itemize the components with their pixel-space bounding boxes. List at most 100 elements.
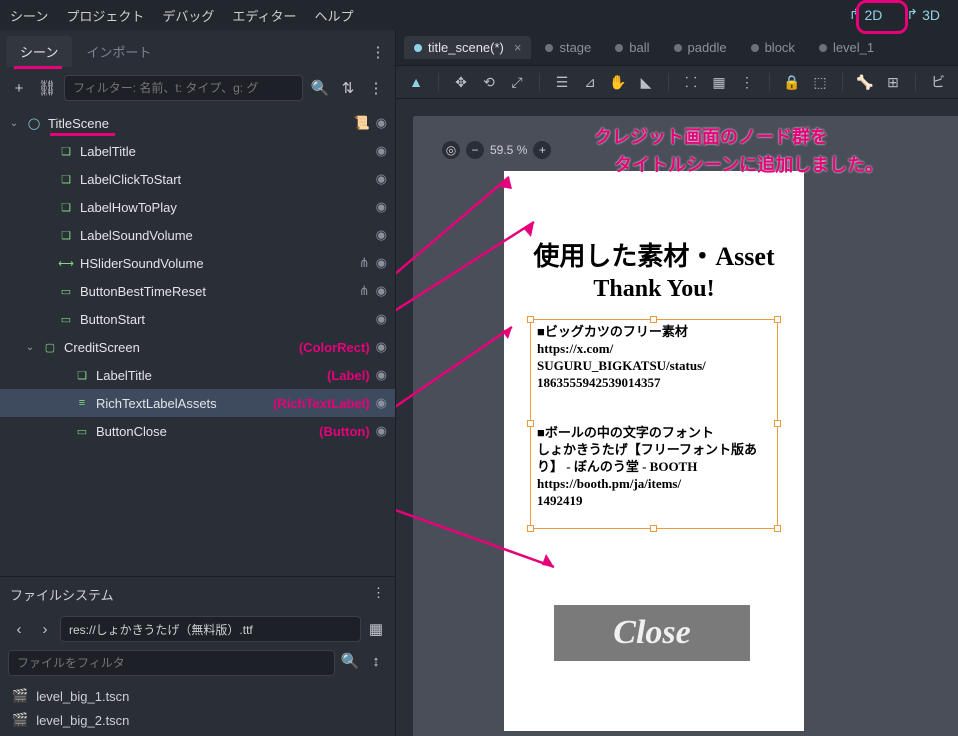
- search-icon[interactable]: 🔍: [339, 650, 361, 672]
- fs-mode-icon[interactable]: ▦: [365, 618, 387, 640]
- move-tool-icon[interactable]: ✥: [451, 72, 471, 92]
- zoom-level[interactable]: 59.5 %: [490, 143, 527, 157]
- snap-tool-icon[interactable]: ⸬: [681, 72, 701, 92]
- tree-node[interactable]: ≡RichTextLabelAssets(RichTextLabel)◉: [0, 389, 395, 417]
- dock-menu-icon[interactable]: ⋮: [367, 41, 389, 63]
- tree-root[interactable]: ⌄ ◯ TitleScene 📜◉: [0, 109, 395, 137]
- visibility-icon[interactable]: ◉: [376, 255, 387, 271]
- visibility-icon[interactable]: ◉: [376, 171, 387, 187]
- visibility-icon[interactable]: ◉: [376, 227, 387, 243]
- tree-node[interactable]: ❏LabelTitle(Label)◉: [0, 361, 395, 389]
- tree-more-icon[interactable]: ⋮: [365, 77, 387, 99]
- ruler-tool-icon[interactable]: ⊿: [580, 72, 600, 92]
- snap-menu-icon[interactable]: ⋮: [737, 72, 757, 92]
- tree-node[interactable]: ▭ButtonClose(Button)◉: [0, 417, 395, 445]
- menu-debug[interactable]: デバッグ: [162, 6, 214, 25]
- resize-handle[interactable]: [650, 316, 657, 323]
- control-icon: ▭: [58, 311, 74, 327]
- tree-extra-icon[interactable]: ⇅: [337, 77, 359, 99]
- dock-tab-import[interactable]: インポート: [72, 36, 165, 67]
- visibility-icon[interactable]: ◉: [376, 395, 387, 411]
- view-2d-button[interactable]: ↱ 2D: [841, 4, 891, 25]
- rotate-tool-icon[interactable]: ⟲: [479, 72, 499, 92]
- dock-tab-scene[interactable]: シーン: [6, 36, 72, 67]
- bone-tool-icon[interactable]: 🦴: [855, 72, 875, 92]
- search-icon[interactable]: 🔍: [309, 77, 331, 99]
- grid-tool-icon[interactable]: ▦: [709, 72, 729, 92]
- ruler2-tool-icon[interactable]: ◣: [636, 72, 656, 92]
- visibility-icon[interactable]: ◉: [376, 143, 387, 159]
- scene-file-icon: 🎬: [12, 688, 28, 704]
- resize-handle[interactable]: [527, 420, 534, 427]
- dock-menu-icon[interactable]: ⋮: [372, 585, 385, 604]
- menu-help[interactable]: ヘルプ: [314, 6, 353, 25]
- zoom-out-button[interactable]: −: [466, 141, 484, 159]
- pan-tool-icon[interactable]: ✋: [608, 72, 628, 92]
- ruler-corner: [396, 99, 414, 117]
- fs-fwd-button[interactable]: ›: [34, 618, 56, 640]
- viewport-2d[interactable]: ◎ − 59.5 % + 使用した素材・Asset Thank You! ■ビッ…: [396, 99, 958, 736]
- resize-handle[interactable]: [650, 525, 657, 532]
- tree-node[interactable]: ▭ButtonBestTimeReset⋔◉: [0, 277, 395, 305]
- visibility-icon[interactable]: ◉: [376, 339, 387, 355]
- visibility-icon[interactable]: ◉: [376, 311, 387, 327]
- scene-tab[interactable]: paddle: [664, 36, 737, 59]
- scene-tab[interactable]: stage: [535, 36, 601, 59]
- view-menu-icon[interactable]: ビ: [928, 72, 948, 92]
- visibility-icon[interactable]: ◉: [376, 367, 387, 383]
- visibility-icon[interactable]: ◉: [376, 115, 387, 131]
- menu-editor[interactable]: エディター: [232, 6, 296, 25]
- resize-handle[interactable]: [527, 316, 534, 323]
- resize-handle[interactable]: [527, 525, 534, 532]
- signal-icon[interactable]: ⋔: [359, 283, 370, 299]
- annotation-colorrect: (ColorRect): [299, 340, 370, 355]
- zoom-in-button[interactable]: +: [533, 141, 551, 159]
- link-node-button[interactable]: ⛓: [36, 77, 58, 99]
- view-3d-button[interactable]: ↱ 3D: [898, 4, 948, 25]
- scene-tab[interactable]: block: [741, 36, 805, 59]
- canvas-area[interactable]: ◎ − 59.5 % + 使用した素材・Asset Thank You! ■ビッ…: [414, 117, 958, 736]
- scene-filter-input[interactable]: [64, 75, 303, 101]
- close-tab-icon[interactable]: ×: [514, 40, 522, 55]
- credit-close-button[interactable]: Close: [554, 605, 750, 661]
- visibility-icon[interactable]: ◉: [376, 283, 387, 299]
- credit-screen-preview[interactable]: 使用した素材・Asset Thank You! ■ビッグカツのフリー素材 htt…: [504, 171, 804, 731]
- tree-node[interactable]: ▭ButtonStart◉: [0, 305, 395, 333]
- tree-node[interactable]: ❏LabelHowToPlay◉: [0, 193, 395, 221]
- tree-node[interactable]: ❏LabelTitle◉: [0, 137, 395, 165]
- control-icon: ❏: [58, 227, 74, 243]
- lock-tool-icon[interactable]: 🔒: [782, 72, 802, 92]
- anchor-tool-icon[interactable]: ⊞: [883, 72, 903, 92]
- visibility-icon[interactable]: ◉: [376, 199, 387, 215]
- fs-sort-icon[interactable]: ↕︎: [365, 650, 387, 672]
- group-tool-icon[interactable]: ⬚: [810, 72, 830, 92]
- fs-file[interactable]: 🎬level_big_2.tscn: [8, 708, 387, 732]
- viewport-panel: title_scene(*)×stageballpaddleblocklevel…: [396, 30, 958, 736]
- tree-node[interactable]: ❏LabelClickToStart◉: [0, 165, 395, 193]
- fs-filter-input[interactable]: [8, 650, 335, 676]
- menu-project[interactable]: プロジェクト: [66, 6, 144, 25]
- fs-path-input[interactable]: [60, 616, 361, 642]
- script-icon[interactable]: 📜: [353, 115, 369, 131]
- tree-creditscreen[interactable]: ⌄ ▢ CreditScreen (ColorRect) ◉: [0, 333, 395, 361]
- signal-icon[interactable]: ⋔: [359, 255, 370, 271]
- fs-file[interactable]: 🎬level_big_1.tscn: [8, 684, 387, 708]
- scene-tab[interactable]: title_scene(*)×: [404, 36, 531, 59]
- tree-node[interactable]: ⟷HSliderSoundVolume⋔◉: [0, 249, 395, 277]
- credit-richtext-box[interactable]: ■ビッグカツのフリー素材 https://x.com/ SUGURU_BIGKA…: [530, 319, 778, 529]
- fs-back-button[interactable]: ‹: [8, 618, 30, 640]
- visibility-icon[interactable]: ◉: [376, 423, 387, 439]
- control-icon: ≡: [74, 395, 90, 411]
- scene-tab[interactable]: level_1: [809, 36, 884, 59]
- resize-handle[interactable]: [774, 525, 781, 532]
- resize-handle[interactable]: [774, 420, 781, 427]
- resize-handle[interactable]: [774, 316, 781, 323]
- scene-tab[interactable]: ball: [605, 36, 659, 59]
- scale-tool-icon[interactable]: ⤢: [507, 72, 527, 92]
- select-tool-icon[interactable]: ▲: [406, 72, 426, 92]
- tree-node[interactable]: ❏LabelSoundVolume◉: [0, 221, 395, 249]
- zoom-center-button[interactable]: ◎: [442, 141, 460, 159]
- menu-scene[interactable]: シーン: [10, 6, 48, 25]
- add-node-button[interactable]: +: [8, 77, 30, 99]
- list-tool-icon[interactable]: ☰: [552, 72, 572, 92]
